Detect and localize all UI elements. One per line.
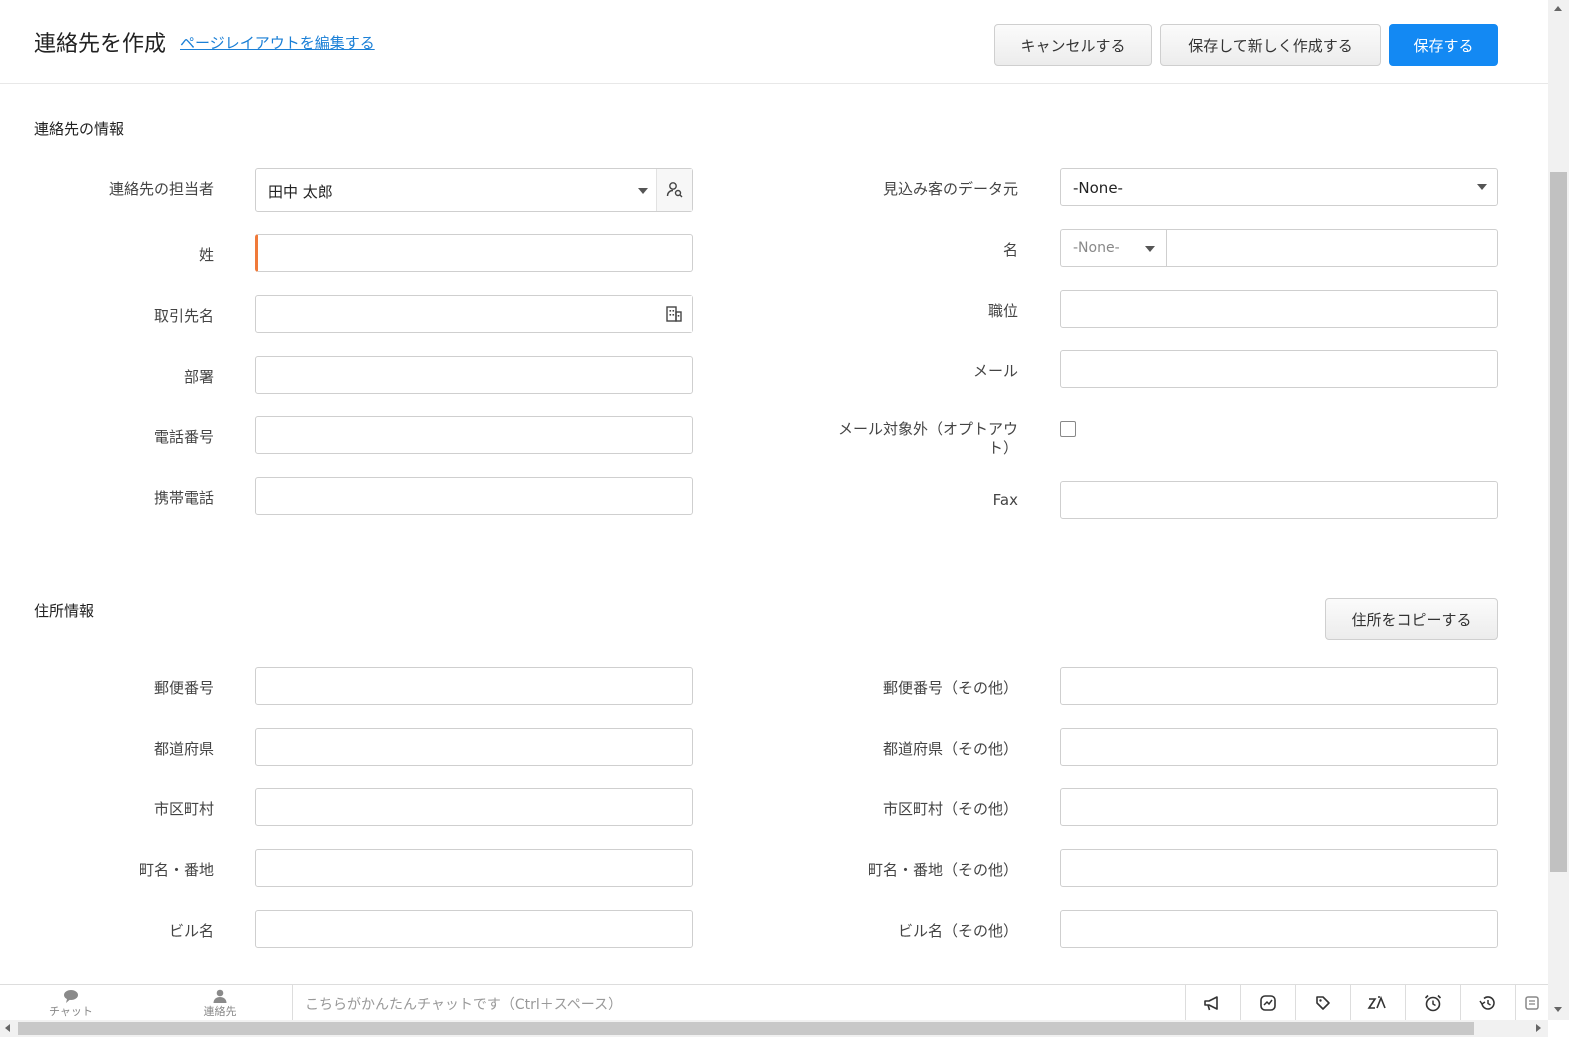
building-icon[interactable]	[656, 296, 692, 332]
scroll-down-icon[interactable]	[1554, 1007, 1562, 1012]
street-label: 町名・番地	[138, 861, 214, 879]
mobile-label: 携帯電話	[153, 489, 214, 507]
contacts-tab-label: 連絡先	[203, 1005, 237, 1018]
prefecture-input[interactable]	[255, 728, 693, 766]
fax-label: Fax	[992, 491, 1018, 509]
phone-label: 電話番号	[153, 428, 214, 446]
other-zip-label: 郵便番号（その他）	[882, 679, 1018, 697]
other-city-label: 市区町村（その他）	[882, 800, 1018, 818]
email-optout-label: メール対象外（オプトアウ ト）	[838, 420, 1018, 458]
signals-button[interactable]	[1240, 985, 1295, 1021]
zip-input[interactable]	[255, 667, 693, 705]
save-and-new-button[interactable]: 保存して新しく作成する	[1160, 24, 1381, 66]
building-label: ビル名	[168, 922, 214, 940]
other-street-label: 町名・番地（その他）	[867, 861, 1018, 879]
page-header: 連絡先を作成 ページレイアウトを編集する キャンセルする 保存して新しく作成する…	[0, 0, 1548, 84]
history-icon	[1479, 996, 1495, 1010]
other-street-input[interactable]	[1060, 849, 1498, 887]
address-section-title: 住所情報	[34, 602, 95, 620]
prefecture-label: 都道府県	[153, 740, 214, 758]
owner-value: 田中 太郎	[268, 183, 333, 201]
email-optout-checkbox[interactable]	[1060, 421, 1076, 437]
phone-input[interactable]	[255, 416, 693, 454]
other-prefecture-label: 都道府県（その他）	[882, 740, 1018, 758]
tag-icon	[1316, 996, 1330, 1010]
lead-source-label: 見込み客のデータ元	[882, 180, 1018, 198]
cancel-button[interactable]: キャンセルする	[994, 24, 1152, 66]
contact-person-icon	[213, 989, 227, 1003]
notes-button[interactable]	[1515, 985, 1548, 1021]
horizontal-scroll-thumb[interactable]	[18, 1022, 1474, 1035]
department-input[interactable]	[255, 356, 693, 394]
page-title: 連絡先を作成	[34, 32, 167, 57]
recent-history-button[interactable]	[1460, 985, 1515, 1021]
quick-chat-input[interactable]: こちらがかんたんチャットです（Ctrl＋スペース）	[292, 985, 1184, 1021]
owner-select[interactable]: 田中 太郎	[255, 168, 693, 212]
zia-button[interactable]	[1350, 985, 1405, 1021]
last-name-label: 姓	[198, 246, 214, 264]
lead-source-value: -None-	[1073, 179, 1123, 197]
first-name-input[interactable]	[1166, 229, 1498, 267]
edit-page-layout-link[interactable]: ページレイアウトを編集する	[180, 32, 375, 53]
salutation-value: -None-	[1073, 240, 1120, 256]
scroll-up-icon[interactable]	[1554, 6, 1562, 11]
save-button[interactable]: 保存する	[1389, 24, 1498, 66]
first-name-label: 名	[1002, 241, 1018, 259]
horizontal-scrollbar[interactable]	[0, 1020, 1548, 1037]
user-search-icon[interactable]	[656, 169, 692, 211]
other-zip-input[interactable]	[1060, 667, 1498, 705]
alarm-icon	[1424, 994, 1442, 1012]
mobile-input[interactable]	[255, 477, 693, 515]
tags-button[interactable]	[1295, 985, 1350, 1021]
chat-tab[interactable]: チャット	[36, 989, 106, 1019]
vertical-scroll-thumb[interactable]	[1550, 172, 1567, 872]
city-label: 市区町村	[153, 800, 214, 818]
lead-source-select[interactable]: -None-	[1060, 168, 1498, 206]
chevron-down-icon	[1477, 184, 1487, 190]
chevron-down-icon	[638, 188, 648, 194]
other-building-label: ビル名（その他）	[897, 922, 1018, 940]
notes-icon	[1525, 996, 1539, 1010]
last-name-input[interactable]	[255, 234, 693, 272]
contact-info-section-title: 連絡先の情報	[34, 120, 125, 138]
reminders-button[interactable]	[1405, 985, 1460, 1021]
create-contact-page: 連絡先を作成 ページレイアウトを編集する キャンセルする 保存して新しく作成する…	[0, 0, 1569, 1037]
bottom-chat-bar: チャット 連絡先 こちらがかんたんチャットです（Ctrl＋スペース）	[0, 984, 1548, 1021]
salutation-select[interactable]: -None-	[1060, 229, 1167, 267]
title-input[interactable]	[1060, 290, 1498, 328]
account-name-input[interactable]	[255, 295, 693, 333]
building-input[interactable]	[255, 910, 693, 948]
other-building-input[interactable]	[1060, 910, 1498, 948]
email-optout-label-line1: メール対象外（オプトアウ	[838, 420, 1019, 438]
chat-tab-label: チャット	[49, 1005, 93, 1018]
email-input[interactable]	[1060, 350, 1498, 388]
account-name-label: 取引先名	[153, 307, 214, 325]
contacts-tab[interactable]: 連絡先	[185, 989, 255, 1019]
owner-label: 連絡先の担当者	[108, 180, 214, 198]
department-label: 部署	[183, 368, 214, 386]
vertical-scrollbar[interactable]	[1548, 0, 1569, 1020]
street-input[interactable]	[255, 849, 693, 887]
city-input[interactable]	[255, 788, 693, 826]
chat-icon	[64, 990, 78, 1003]
other-prefecture-input[interactable]	[1060, 728, 1498, 766]
other-city-input[interactable]	[1060, 788, 1498, 826]
copy-address-button[interactable]: 住所をコピーする	[1325, 598, 1498, 640]
scroll-right-icon[interactable]	[1536, 1024, 1541, 1032]
zia-icon	[1367, 995, 1386, 1009]
zip-label: 郵便番号	[153, 679, 214, 697]
email-label: メール	[972, 362, 1018, 380]
scroll-left-icon[interactable]	[5, 1024, 10, 1032]
megaphone-icon	[1204, 996, 1218, 1011]
chart-icon	[1260, 995, 1276, 1011]
chevron-down-icon	[1145, 246, 1155, 252]
email-optout-label-line2: ト）	[987, 439, 1018, 457]
announcement-button[interactable]	[1185, 985, 1240, 1021]
title-label: 職位	[987, 302, 1018, 320]
fax-input[interactable]	[1060, 481, 1498, 519]
